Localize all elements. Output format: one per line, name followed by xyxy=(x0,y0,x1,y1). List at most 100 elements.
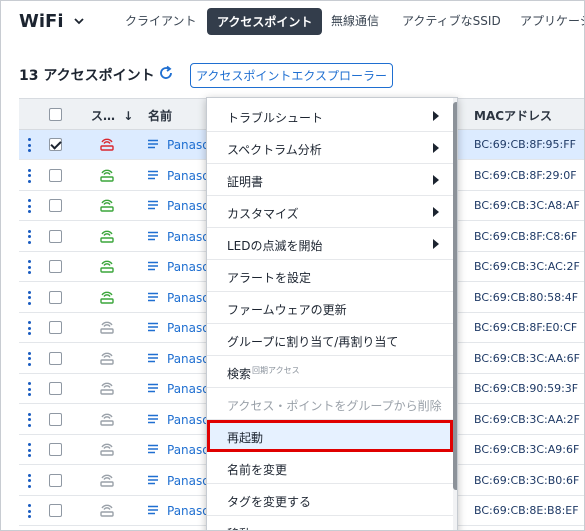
submenu-arrow-icon xyxy=(433,239,439,249)
row-actions-icon[interactable] xyxy=(27,473,31,488)
access-point-status-icon xyxy=(100,382,114,395)
mac-address: BC:69:CB:3C:AA:6F xyxy=(474,351,580,365)
row-checkbox[interactable] xyxy=(49,260,62,273)
row-checkbox[interactable] xyxy=(49,504,62,517)
row-actions-icon[interactable] xyxy=(27,138,31,152)
menu-item-label: LEDの点滅を開始 xyxy=(227,239,323,253)
row-checkbox[interactable] xyxy=(49,351,62,365)
tab-applications[interactable]: アプリケーシ xyxy=(520,12,584,29)
column-name[interactable]: 名前 xyxy=(148,107,172,124)
row-checkbox[interactable] xyxy=(49,199,62,212)
ap-name-link[interactable]: Panaso xyxy=(167,443,210,457)
ap-name-link[interactable]: Panaso xyxy=(167,352,210,366)
list-icon xyxy=(148,475,158,484)
list-icon xyxy=(148,231,158,240)
menu-item[interactable]: 再起動 xyxy=(207,420,453,452)
menu-item-sup: 回期アクセス xyxy=(252,366,300,375)
menu-item-label: 名前を変更 xyxy=(227,463,288,477)
ap-name-link[interactable]: Panaso xyxy=(167,321,210,335)
menu-item[interactable]: アラートを設定 xyxy=(207,260,453,292)
tab-clients[interactable]: クライアント xyxy=(125,12,197,29)
ap-name-link[interactable]: Panaso xyxy=(167,504,210,518)
mac-address: BC:69:CB:8E:B8:EF xyxy=(474,504,579,517)
row-actions-icon[interactable] xyxy=(27,351,31,366)
ap-name-link[interactable]: Panaso xyxy=(167,230,210,244)
ap-name-link[interactable]: Panaso xyxy=(167,260,210,274)
menu-item[interactable]: スペクトラム分析 xyxy=(207,132,453,164)
row-actions-icon[interactable] xyxy=(27,321,31,335)
menu-item-label: スペクトラム分析 xyxy=(227,143,322,157)
tab-access-points[interactable]: アクセスポイント xyxy=(207,8,323,35)
ap-name-link[interactable]: Panaso xyxy=(167,138,210,152)
row-actions-icon[interactable] xyxy=(27,168,31,183)
menu-item[interactable]: 証明書 xyxy=(207,164,453,196)
menu-item-label: ファームウェアの更新 xyxy=(227,303,347,317)
mac-address: BC:69:CB:8F:E0:CF xyxy=(474,321,578,334)
ap-name-link[interactable]: Panaso xyxy=(167,382,210,396)
row-actions-icon[interactable] xyxy=(27,443,31,457)
row-checkbox[interactable] xyxy=(49,412,62,426)
row-actions-icon[interactable] xyxy=(27,412,31,427)
refresh-icon[interactable] xyxy=(157,64,175,82)
row-checkbox[interactable] xyxy=(49,138,62,151)
list-icon xyxy=(148,322,158,332)
row-checkbox[interactable] xyxy=(49,382,62,395)
ap-explorer-button[interactable]: アクセスポイントエクスプローラー xyxy=(190,63,393,88)
menu-item[interactable]: 検索回期アクセス xyxy=(207,356,453,388)
row-actions-icon[interactable] xyxy=(27,260,31,274)
access-point-status-icon xyxy=(100,443,114,456)
list-icon xyxy=(148,139,158,149)
row-checkbox[interactable] xyxy=(49,443,62,456)
list-icon xyxy=(148,353,158,362)
row-checkbox[interactable] xyxy=(49,290,62,304)
access-point-status-icon xyxy=(100,321,114,334)
access-point-status-icon xyxy=(100,169,114,182)
access-point-status-icon xyxy=(100,199,114,212)
row-checkbox[interactable] xyxy=(49,321,62,334)
ap-name-link[interactable]: Panaso xyxy=(167,199,210,213)
submenu-arrow-icon xyxy=(433,175,439,185)
mac-address: BC:69:CB:3C:B0:6F xyxy=(474,473,580,487)
row-actions-icon[interactable] xyxy=(27,229,31,244)
row-checkbox[interactable] xyxy=(49,473,62,487)
menu-item[interactable]: LEDの点滅を開始 xyxy=(207,228,453,260)
row-checkbox[interactable] xyxy=(49,168,62,182)
ap-name-link[interactable]: Panaso xyxy=(167,169,210,183)
menu-item[interactable]: トラブルシュート xyxy=(207,100,453,132)
mac-address: BC:69:CB:3C:A8:AF xyxy=(474,199,580,212)
row-actions-icon[interactable] xyxy=(27,504,31,518)
ap-name-link[interactable]: Panaso xyxy=(167,291,210,305)
scrollbar-thumb[interactable] xyxy=(453,102,457,490)
row-checkbox[interactable] xyxy=(49,229,62,243)
context-menu: トラブルシュート スペクトラム分析証明書カスタマイズ LEDの点滅を開始アラートを設… xyxy=(206,97,458,530)
menu-item[interactable]: カスタマイズ xyxy=(207,196,453,228)
menu-item[interactable]: グループに割り当て/再割り当て xyxy=(207,324,453,356)
ap-name-link[interactable]: Panaso xyxy=(167,413,210,427)
row-actions-icon[interactable] xyxy=(27,290,31,305)
row-actions-icon[interactable] xyxy=(27,382,31,396)
menu-scrollbar[interactable] xyxy=(453,98,457,530)
access-point-status-icon xyxy=(100,291,114,304)
mac-address: BC:69:CB:8F:29:0F xyxy=(474,168,577,182)
tab-radios[interactable]: 無線通信 xyxy=(331,12,379,29)
access-point-status-icon xyxy=(100,260,114,273)
app-title-dropdown[interactable]: WiFi xyxy=(19,11,84,32)
menu-item[interactable]: 移動 xyxy=(207,516,453,530)
menu-item[interactable]: 名前を変更 xyxy=(207,452,453,484)
ap-name-link[interactable]: Panaso xyxy=(167,474,210,488)
mac-address: BC:69:CB:3C:AC:2F xyxy=(474,260,580,273)
submenu-arrow-icon xyxy=(433,111,439,121)
menu-item[interactable]: タグを変更する xyxy=(207,484,453,516)
tab-active-ssid[interactable]: アクティブなSSID xyxy=(402,12,501,29)
row-actions-icon[interactable] xyxy=(27,199,31,213)
mac-address: BC:69:CB:90:59:3F xyxy=(474,382,579,395)
mac-address: BC:69:CB:3C:AA:2F xyxy=(474,412,580,426)
access-point-status-icon xyxy=(100,138,114,151)
column-mac[interactable]: MACアドレス xyxy=(474,107,552,124)
select-all-checkbox[interactable] xyxy=(49,108,62,121)
column-status[interactable]: ス… ↓ xyxy=(91,107,133,124)
menu-item-label: 移動 xyxy=(227,525,251,530)
menu-item[interactable]: ファームウェアの更新 xyxy=(207,292,453,324)
menu-item-label: トラブルシュート xyxy=(227,111,324,125)
menu-item-label: カスタマイズ xyxy=(227,207,299,221)
